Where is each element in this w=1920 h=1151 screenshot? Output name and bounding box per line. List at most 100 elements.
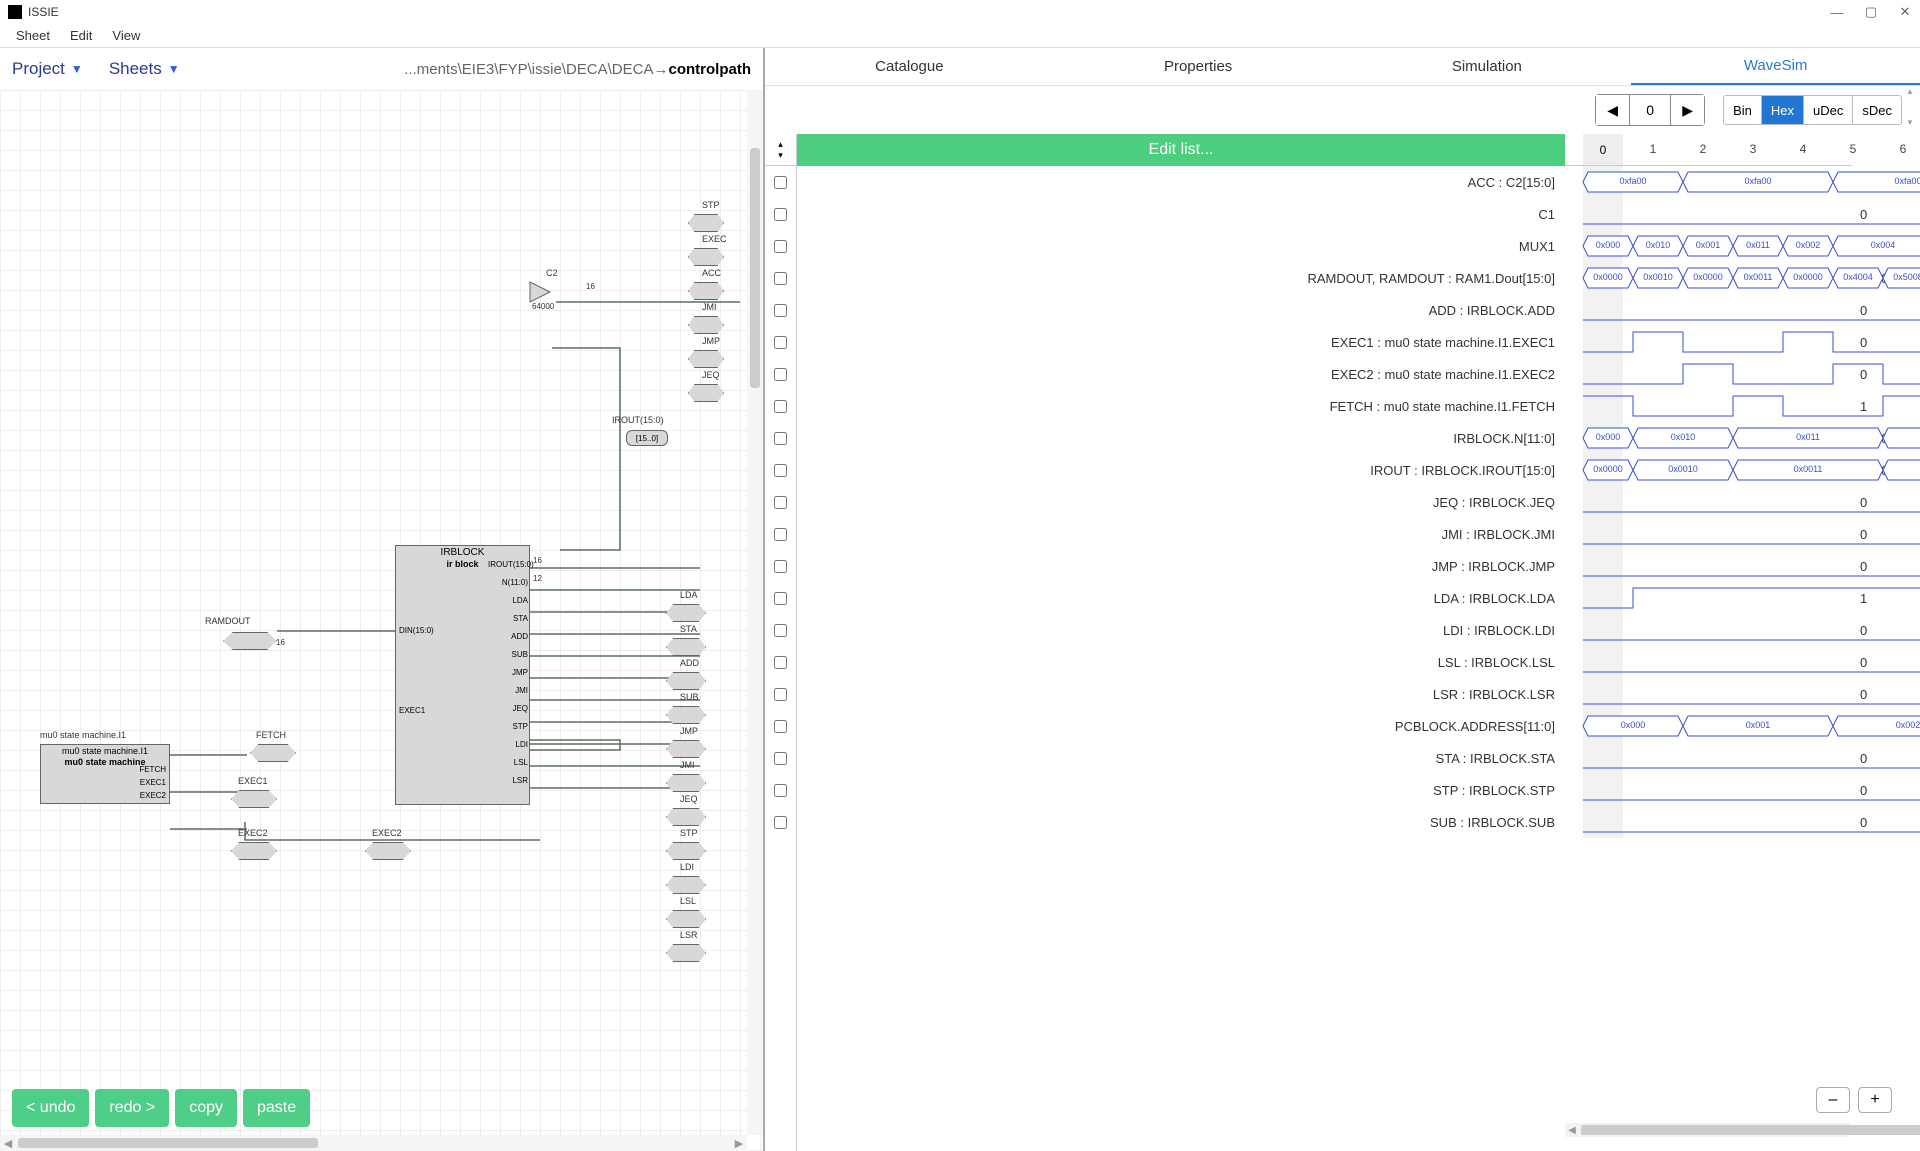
exec2b-hex[interactable] xyxy=(365,842,411,860)
edge-hex[interactable] xyxy=(688,316,724,334)
tab-properties[interactable]: Properties xyxy=(1054,48,1343,85)
wave-row[interactable] xyxy=(1565,486,1852,518)
redo-button[interactable]: redo > xyxy=(95,1089,169,1127)
wave-row[interactable] xyxy=(1565,550,1852,582)
out-hex[interactable] xyxy=(666,638,706,656)
undo-button[interactable]: < undo xyxy=(12,1089,89,1127)
tab-wavesim[interactable]: WaveSim xyxy=(1631,48,1920,85)
out-hex[interactable] xyxy=(666,876,706,894)
signal-checkbox[interactable] xyxy=(774,368,787,381)
tab-simulation[interactable]: Simulation xyxy=(1343,48,1632,85)
wave-row[interactable]: 0x00000x00100x00110x40040x50080x xyxy=(1565,454,1852,486)
out-hex[interactable] xyxy=(666,910,706,928)
signal-name[interactable]: LSR : IRBLOCK.LSR xyxy=(797,678,1565,710)
signal-name[interactable]: IRBLOCK.N[11:0] xyxy=(797,422,1565,454)
signal-checkbox[interactable] xyxy=(774,304,787,317)
right-mini-scroll[interactable]: ▴▾ xyxy=(1904,86,1916,134)
wave-row[interactable]: 0x0000x0100x0110x0040x0080x xyxy=(1565,422,1852,454)
paste-button[interactable]: paste xyxy=(243,1089,310,1127)
wave-row[interactable] xyxy=(1565,518,1852,550)
signal-checkbox[interactable] xyxy=(774,720,787,733)
edge-hex[interactable] xyxy=(688,384,724,402)
radix-sdec[interactable]: sDec xyxy=(1853,96,1901,124)
signal-checkbox[interactable] xyxy=(774,272,787,285)
signal-name[interactable]: ADD : IRBLOCK.ADD xyxy=(797,294,1565,326)
signal-name[interactable]: STA : IRBLOCK.STA xyxy=(797,742,1565,774)
signal-name[interactable]: C1 xyxy=(797,198,1565,230)
wave-row[interactable]: 0x0000x0010x0020x0040x008 xyxy=(1565,710,1852,742)
signal-checkbox[interactable] xyxy=(774,432,787,445)
signal-checkbox[interactable] xyxy=(774,400,787,413)
exec1-hex[interactable] xyxy=(231,790,277,808)
exec2-hex[interactable] xyxy=(231,842,277,860)
signal-checkbox[interactable] xyxy=(774,176,787,189)
sheets-dropdown[interactable]: Sheets ▼ xyxy=(109,59,180,79)
close-button[interactable]: ✕ xyxy=(1898,5,1912,19)
out-hex[interactable] xyxy=(666,774,706,792)
out-hex[interactable] xyxy=(666,740,706,758)
wave-row[interactable] xyxy=(1565,646,1852,678)
wave-scrollbar-horizontal[interactable]: ◀▶ xyxy=(1565,1123,1850,1137)
signal-checkbox[interactable] xyxy=(774,656,787,669)
wave-row[interactable]: 0x0000x0100x0010x0110x0020x0040x0080x008… xyxy=(1565,230,1852,262)
out-hex[interactable] xyxy=(666,944,706,962)
signal-checkbox[interactable] xyxy=(774,336,787,349)
signal-name[interactable]: LDI : IRBLOCK.LDI xyxy=(797,614,1565,646)
signal-checkbox[interactable] xyxy=(774,464,787,477)
step-value-input[interactable] xyxy=(1630,95,1670,125)
edge-hex[interactable] xyxy=(688,350,724,368)
wave-row[interactable] xyxy=(1565,742,1852,774)
menu-edit[interactable]: Edit xyxy=(60,26,102,45)
canvas-scrollbar-horizontal[interactable]: ◀▶ xyxy=(0,1135,747,1151)
wave-row[interactable] xyxy=(1565,582,1852,614)
wave-row[interactable] xyxy=(1565,358,1852,390)
signal-name[interactable]: ACC : C2[15:0] xyxy=(797,166,1565,198)
tab-catalogue[interactable]: Catalogue xyxy=(765,48,1054,85)
zoom-in-button[interactable]: + xyxy=(1858,1087,1892,1113)
wave-row[interactable]: 0x00000x00100x00000x00110x00000x40040x50… xyxy=(1565,262,1852,294)
wave-row[interactable]: 0xfa000xfa000xfa000xfa000xfa000xfa00 xyxy=(1565,166,1852,198)
signal-name[interactable]: LSL : IRBLOCK.LSL xyxy=(797,646,1565,678)
check-col-header[interactable]: ▴▾ xyxy=(765,134,796,166)
signal-name[interactable]: EXEC1 : mu0 state machine.I1.EXEC1 xyxy=(797,326,1565,358)
copy-button[interactable]: copy xyxy=(175,1089,237,1127)
edge-hex[interactable] xyxy=(688,282,724,300)
signal-checkbox[interactable] xyxy=(774,208,787,221)
edge-hex[interactable] xyxy=(688,248,724,266)
signal-checkbox[interactable] xyxy=(774,560,787,573)
schematic-canvas[interactable]: STPEXECACCJMIJMPJEQ C2 16 64000 IROUT(15… xyxy=(0,90,763,1151)
wave-row[interactable] xyxy=(1565,614,1852,646)
maximize-button[interactable]: ▢ xyxy=(1864,5,1878,19)
canvas-scrollbar-vertical[interactable] xyxy=(747,90,763,1135)
wave-area[interactable]: 0 1234567891011121314 0xfa000xfa000xfa00… xyxy=(1565,134,1852,1151)
signal-name[interactable]: SUB : IRBLOCK.SUB xyxy=(797,806,1565,838)
signal-name[interactable]: STP : IRBLOCK.STP xyxy=(797,774,1565,806)
edit-list-button[interactable]: Edit list... xyxy=(797,134,1565,166)
wave-row[interactable] xyxy=(1565,806,1852,838)
wave-row[interactable] xyxy=(1565,678,1852,710)
menu-sheet[interactable]: Sheet xyxy=(6,26,60,45)
signal-checkbox[interactable] xyxy=(774,624,787,637)
zoom-out-button[interactable]: – xyxy=(1816,1087,1850,1113)
signal-name[interactable]: IROUT : IRBLOCK.IROUT[15:0] xyxy=(797,454,1565,486)
radix-bin[interactable]: Bin xyxy=(1724,96,1762,124)
wave-row[interactable] xyxy=(1565,294,1852,326)
out-hex[interactable] xyxy=(666,842,706,860)
ramdout-hex[interactable] xyxy=(223,632,277,650)
signal-name[interactable]: RAMDOUT, RAMDOUT : RAM1.Dout[15:0] xyxy=(797,262,1565,294)
signal-name[interactable]: JEQ : IRBLOCK.JEQ xyxy=(797,486,1565,518)
out-hex[interactable] xyxy=(666,706,706,724)
out-hex[interactable] xyxy=(666,604,706,622)
signal-name[interactable]: FETCH : mu0 state machine.I1.FETCH xyxy=(797,390,1565,422)
radix-hex[interactable]: Hex xyxy=(1762,96,1804,124)
signal-name[interactable]: PCBLOCK.ADDRESS[11:0] xyxy=(797,710,1565,742)
wave-row[interactable] xyxy=(1565,774,1852,806)
signal-name[interactable]: JMP : IRBLOCK.JMP xyxy=(797,550,1565,582)
signal-name[interactable]: JMI : IRBLOCK.JMI xyxy=(797,518,1565,550)
signal-checkbox[interactable] xyxy=(774,496,787,509)
wave-row[interactable] xyxy=(1565,198,1852,230)
minimize-button[interactable]: — xyxy=(1830,5,1844,19)
step-prev-button[interactable]: ◀ xyxy=(1596,95,1630,125)
wave-row[interactable] xyxy=(1565,390,1852,422)
state-machine-block[interactable]: mu0 state machine.I1 mu0 state machine F… xyxy=(40,744,170,804)
